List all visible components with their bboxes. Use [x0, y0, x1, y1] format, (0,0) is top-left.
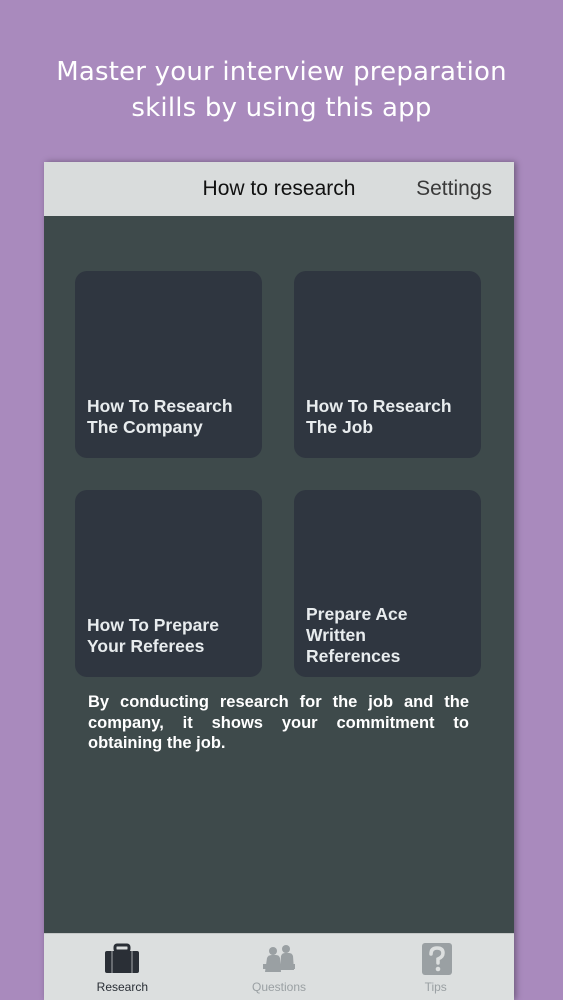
tile-prepare-referees[interactable]: How To Prepare Your Referees	[75, 490, 262, 677]
tile-research-job[interactable]: How To Research The Job	[294, 271, 481, 458]
promo-headline: Master your interview preparation skills…	[0, 54, 563, 126]
tab-tips[interactable]: Tips	[357, 934, 514, 1000]
tab-label: Tips	[424, 980, 447, 994]
tile-label: How To Research The Company	[87, 396, 233, 437]
phone-screen: How to research Settings How To Research…	[44, 162, 514, 1000]
settings-button[interactable]: Settings	[416, 162, 492, 216]
tab-questions[interactable]: Questions	[201, 934, 358, 1000]
research-description: By conducting research for the job and t…	[88, 693, 469, 752]
tile-label: Prepare Ace Written References	[306, 604, 408, 666]
people-icon	[263, 945, 295, 972]
briefcase-icon	[105, 943, 140, 973]
tile-label: How To Research The Job	[306, 396, 452, 437]
tile-label: How To Prepare Your Referees	[87, 615, 219, 656]
tab-research[interactable]: Research	[44, 934, 201, 1000]
promo-headline-line-2: skills by using this app	[131, 93, 432, 123]
tab-label: Research	[96, 980, 149, 994]
tile-research-company[interactable]: How To Research The Company	[75, 271, 262, 458]
question-icon	[421, 943, 452, 975]
tab-bar: Research Questions Tips	[44, 933, 514, 1000]
tab-label: Questions	[251, 980, 307, 994]
navigation-bar: How to research Settings	[44, 162, 514, 216]
promo-headline-line-1: Master your interview preparation	[56, 57, 507, 87]
tile-written-references[interactable]: Prepare Ace Written References	[294, 490, 481, 677]
